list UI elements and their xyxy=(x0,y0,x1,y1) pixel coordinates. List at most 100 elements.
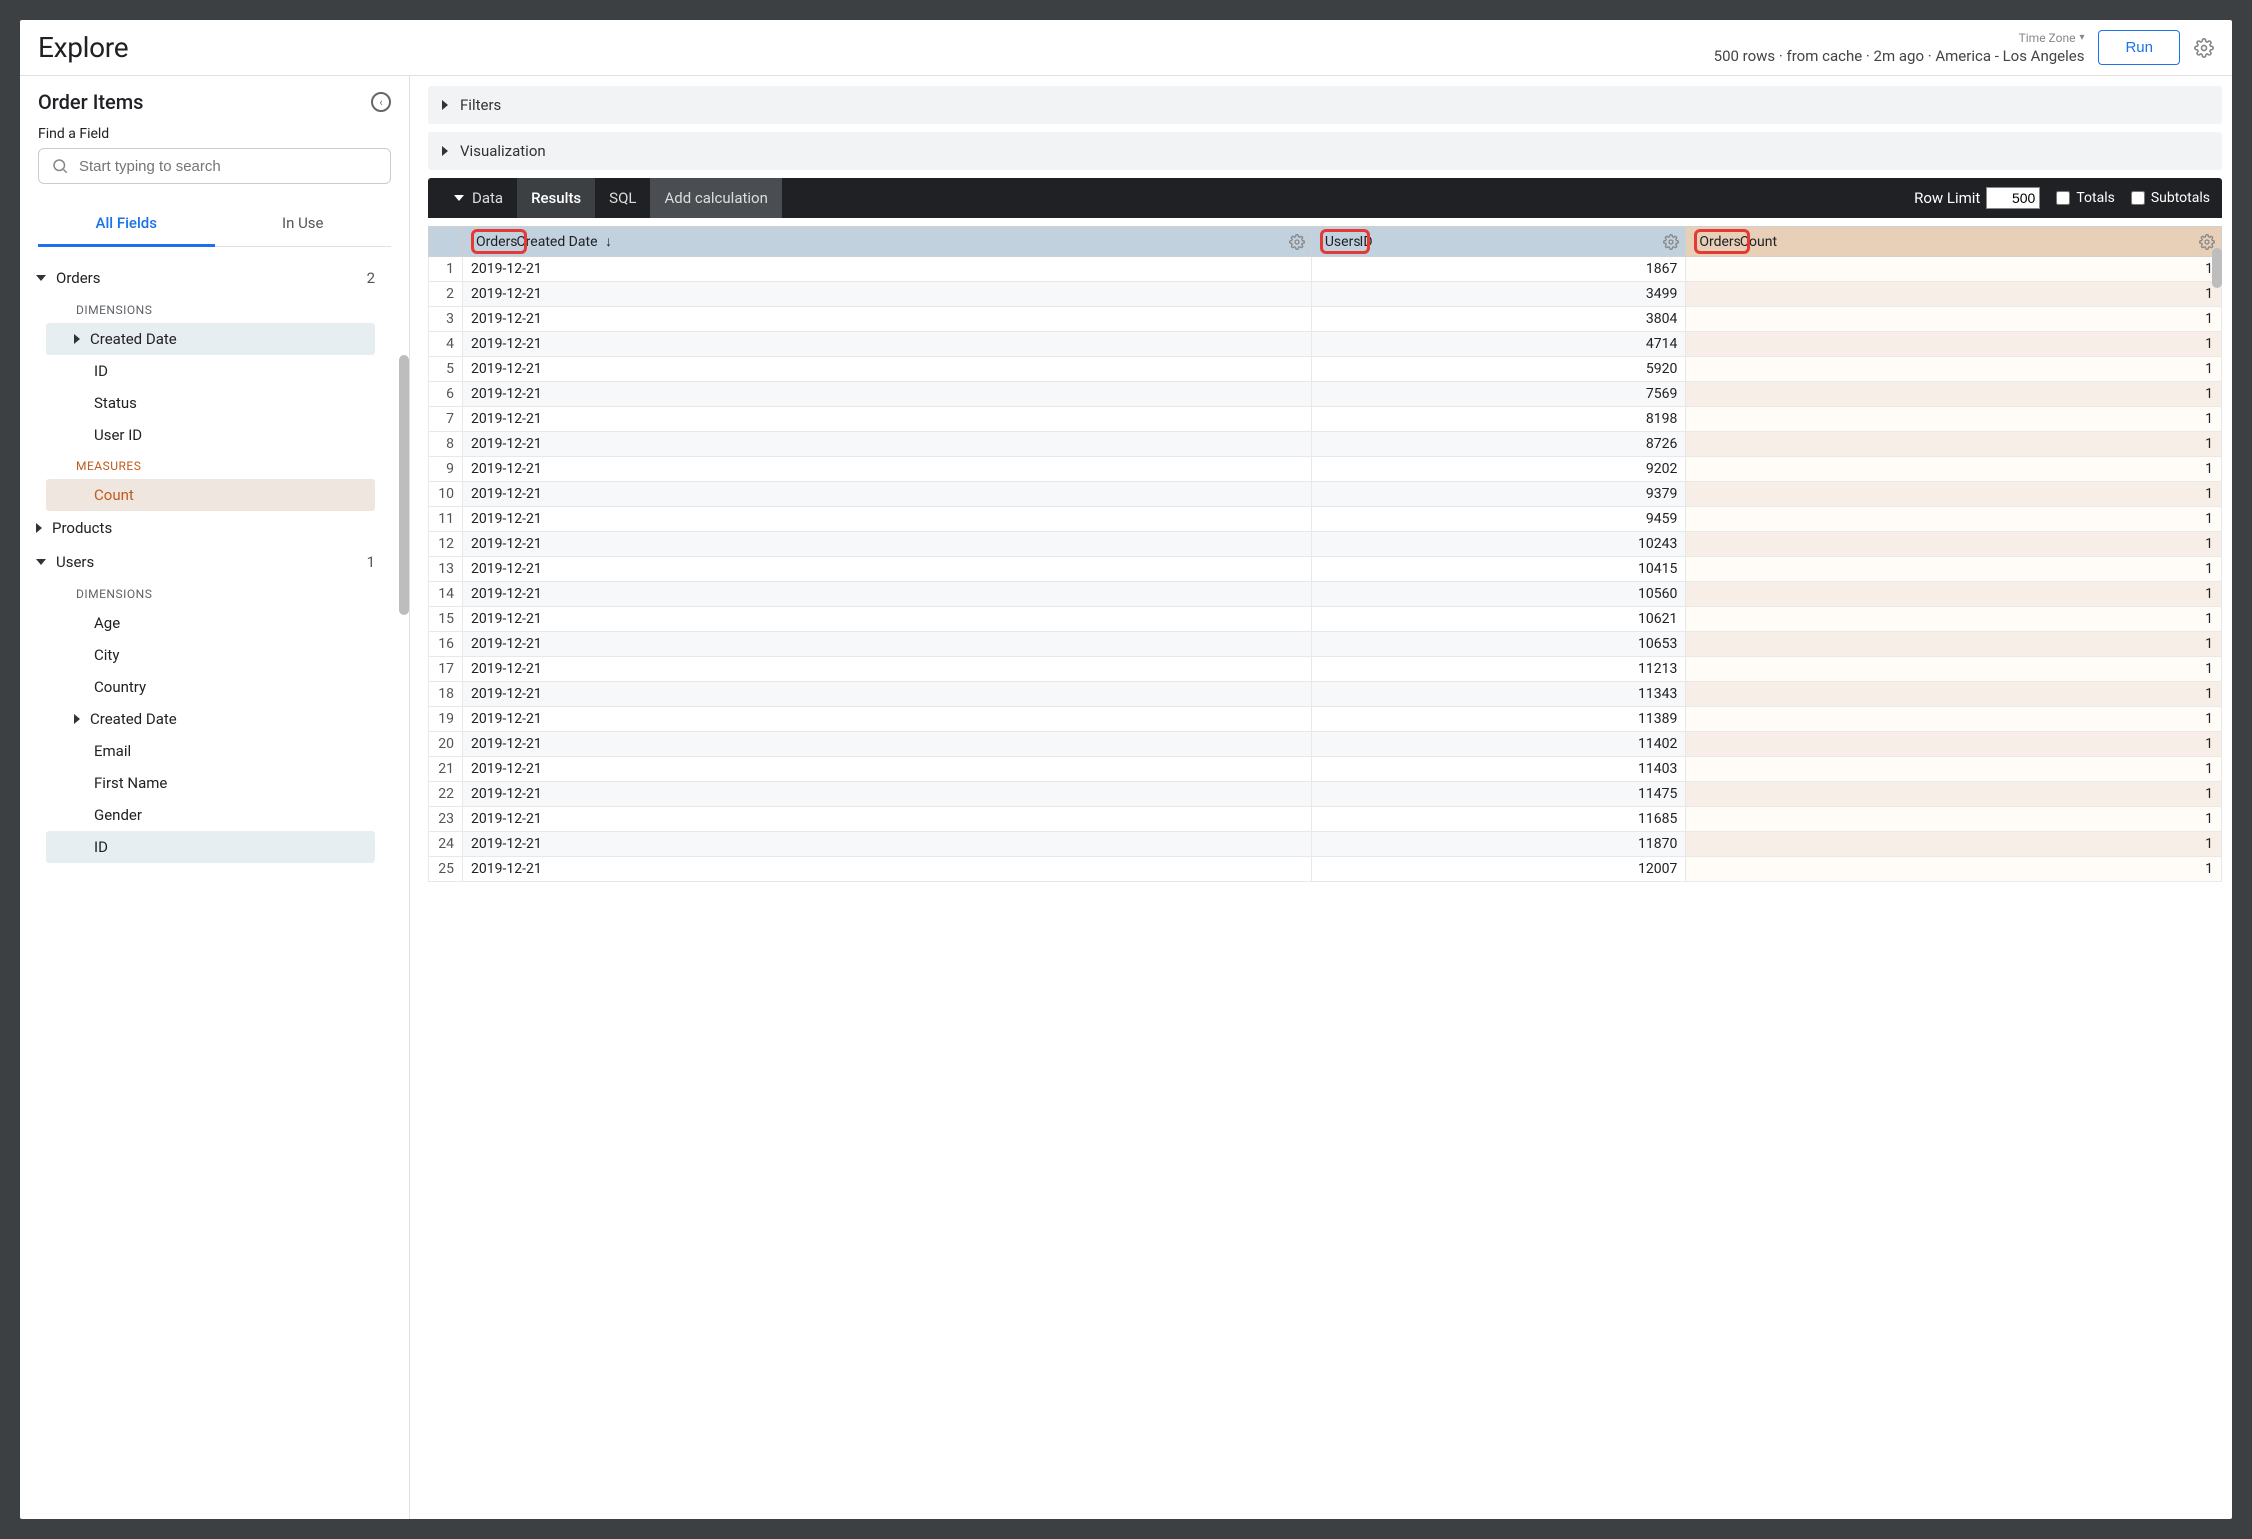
table-row[interactable]: 232019-12-21116851 xyxy=(429,807,2222,832)
cell-created-date[interactable]: 2019-12-21 xyxy=(463,782,1312,807)
cell-created-date[interactable]: 2019-12-21 xyxy=(463,682,1312,707)
cell-user-id[interactable]: 10415 xyxy=(1311,557,1686,582)
cell-count[interactable]: 1 xyxy=(1686,407,2222,432)
search-field-wrapper[interactable] xyxy=(38,148,391,184)
cell-count[interactable]: 1 xyxy=(1686,457,2222,482)
cell-created-date[interactable]: 2019-12-21 xyxy=(463,457,1312,482)
cell-user-id[interactable]: 8198 xyxy=(1311,407,1686,432)
visualization-panel-toggle[interactable]: Visualization xyxy=(428,132,2222,170)
cell-created-date[interactable]: 2019-12-21 xyxy=(463,857,1312,882)
dimension-field[interactable]: ID xyxy=(46,831,375,863)
totals-checkbox[interactable] xyxy=(2056,191,2070,205)
table-row[interactable]: 42019-12-2147141 xyxy=(429,332,2222,357)
table-row[interactable]: 212019-12-21114031 xyxy=(429,757,2222,782)
cell-count[interactable]: 1 xyxy=(1686,807,2222,832)
table-row[interactable]: 202019-12-21114021 xyxy=(429,732,2222,757)
cell-user-id[interactable]: 9202 xyxy=(1311,457,1686,482)
cell-created-date[interactable]: 2019-12-21 xyxy=(463,482,1312,507)
cell-user-id[interactable]: 11213 xyxy=(1311,657,1686,682)
table-row[interactable]: 132019-12-21104151 xyxy=(429,557,2222,582)
cell-created-date[interactable]: 2019-12-21 xyxy=(463,432,1312,457)
view-header-products[interactable]: Products xyxy=(28,511,401,545)
cell-created-date[interactable]: 2019-12-21 xyxy=(463,532,1312,557)
table-row[interactable]: 152019-12-21106211 xyxy=(429,607,2222,632)
table-row[interactable]: 82019-12-2187261 xyxy=(429,432,2222,457)
cell-count[interactable]: 1 xyxy=(1686,857,2222,882)
cell-count[interactable]: 1 xyxy=(1686,332,2222,357)
cell-user-id[interactable]: 12007 xyxy=(1311,857,1686,882)
cell-count[interactable]: 1 xyxy=(1686,632,2222,657)
cell-created-date[interactable]: 2019-12-21 xyxy=(463,832,1312,857)
table-row[interactable]: 112019-12-2194591 xyxy=(429,507,2222,532)
scrollbar-thumb[interactable] xyxy=(2212,248,2222,288)
table-row[interactable]: 52019-12-2159201 xyxy=(429,357,2222,382)
cell-count[interactable]: 1 xyxy=(1686,507,2222,532)
cell-created-date[interactable]: 2019-12-21 xyxy=(463,557,1312,582)
cell-count[interactable]: 1 xyxy=(1686,582,2222,607)
cell-created-date[interactable]: 2019-12-21 xyxy=(463,407,1312,432)
dimension-field[interactable]: Country xyxy=(46,671,375,703)
table-row[interactable]: 72019-12-2181981 xyxy=(429,407,2222,432)
table-row[interactable]: 252019-12-21120071 xyxy=(429,857,2222,882)
table-row[interactable]: 92019-12-2192021 xyxy=(429,457,2222,482)
cell-created-date[interactable]: 2019-12-21 xyxy=(463,332,1312,357)
cell-user-id[interactable]: 5920 xyxy=(1311,357,1686,382)
cell-user-id[interactable]: 10653 xyxy=(1311,632,1686,657)
cell-count[interactable]: 1 xyxy=(1686,657,2222,682)
cell-created-date[interactable]: 2019-12-21 xyxy=(463,757,1312,782)
cell-created-date[interactable]: 2019-12-21 xyxy=(463,807,1312,832)
dimension-field[interactable]: User ID xyxy=(46,419,375,451)
cell-created-date[interactable]: 2019-12-21 xyxy=(463,607,1312,632)
table-row[interactable]: 122019-12-21102431 xyxy=(429,532,2222,557)
cell-created-date[interactable]: 2019-12-21 xyxy=(463,632,1312,657)
tab-all-fields[interactable]: All Fields xyxy=(38,202,215,247)
cell-created-date[interactable]: 2019-12-21 xyxy=(463,732,1312,757)
table-row[interactable]: 62019-12-2175691 xyxy=(429,382,2222,407)
cell-count[interactable]: 1 xyxy=(1686,357,2222,382)
table-row[interactable]: 162019-12-21106531 xyxy=(429,632,2222,657)
dimension-field[interactable]: Created Date xyxy=(46,323,375,355)
field-list[interactable]: Orders2DIMENSIONSCreated DateIDStatusUse… xyxy=(20,255,409,1519)
cell-user-id[interactable]: 11475 xyxy=(1311,782,1686,807)
dimension-field[interactable]: Gender xyxy=(46,799,375,831)
table-row[interactable]: 172019-12-21112131 xyxy=(429,657,2222,682)
cell-created-date[interactable]: 2019-12-21 xyxy=(463,382,1312,407)
cell-user-id[interactable]: 11402 xyxy=(1311,732,1686,757)
data-panel-toggle[interactable]: Data xyxy=(440,178,517,218)
table-row[interactable]: 12019-12-2118671 xyxy=(429,257,2222,282)
dimension-field[interactable]: Created Date xyxy=(46,703,375,735)
cell-count[interactable]: 1 xyxy=(1686,282,2222,307)
cell-count[interactable]: 1 xyxy=(1686,307,2222,332)
gear-icon[interactable] xyxy=(1663,234,1679,250)
cell-created-date[interactable]: 2019-12-21 xyxy=(463,707,1312,732)
run-button[interactable]: Run xyxy=(2098,30,2180,65)
cell-user-id[interactable]: 11870 xyxy=(1311,832,1686,857)
cell-created-date[interactable]: 2019-12-21 xyxy=(463,257,1312,282)
dimension-field[interactable]: Status xyxy=(46,387,375,419)
cell-count[interactable]: 1 xyxy=(1686,782,2222,807)
collapse-sidebar-icon[interactable]: ‹ xyxy=(371,92,391,112)
table-row[interactable]: 182019-12-21113431 xyxy=(429,682,2222,707)
gear-icon[interactable] xyxy=(2194,38,2214,58)
table-row[interactable]: 32019-12-2138041 xyxy=(429,307,2222,332)
cell-user-id[interactable]: 7569 xyxy=(1311,382,1686,407)
cell-created-date[interactable]: 2019-12-21 xyxy=(463,307,1312,332)
add-calculation-button[interactable]: Add calculation xyxy=(650,178,781,218)
cell-created-date[interactable]: 2019-12-21 xyxy=(463,582,1312,607)
column-header[interactable]: OrdersOrdersCreated Date ↓ xyxy=(463,227,1312,257)
cell-count[interactable]: 1 xyxy=(1686,757,2222,782)
cell-user-id[interactable]: 9459 xyxy=(1311,507,1686,532)
row-limit-input[interactable] xyxy=(1986,187,2040,209)
cell-user-id[interactable]: 11343 xyxy=(1311,682,1686,707)
cell-count[interactable]: 1 xyxy=(1686,682,2222,707)
cell-created-date[interactable]: 2019-12-21 xyxy=(463,507,1312,532)
cell-count[interactable]: 1 xyxy=(1686,257,2222,282)
cell-user-id[interactable]: 1867 xyxy=(1311,257,1686,282)
dimension-field[interactable]: City xyxy=(46,639,375,671)
filters-panel-toggle[interactable]: Filters xyxy=(428,86,2222,124)
cell-count[interactable]: 1 xyxy=(1686,707,2222,732)
cell-created-date[interactable]: 2019-12-21 xyxy=(463,657,1312,682)
cell-user-id[interactable]: 3804 xyxy=(1311,307,1686,332)
table-row[interactable]: 102019-12-2193791 xyxy=(429,482,2222,507)
cell-user-id[interactable]: 11389 xyxy=(1311,707,1686,732)
